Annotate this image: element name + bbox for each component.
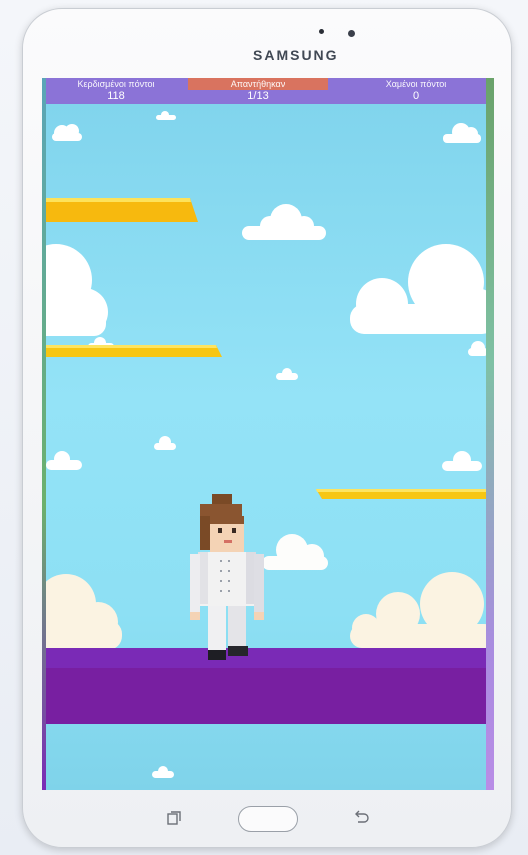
cloud bbox=[274, 368, 300, 380]
answered-count: Απαντήθηκαν 1/13 bbox=[188, 78, 328, 104]
back-icon bbox=[355, 810, 369, 823]
right-edge-strip bbox=[486, 78, 494, 790]
cloud-large bbox=[346, 238, 486, 338]
device-nav-bar bbox=[0, 792, 528, 842]
device-screen: Κερδισμένοι πόντοι 118 Απαντήθηκαν 1/13 … bbox=[42, 78, 494, 790]
lost-points-value: 0 bbox=[412, 90, 420, 102]
player-character[interactable] bbox=[186, 494, 266, 667]
platform bbox=[316, 488, 486, 506]
sensor-dot bbox=[319, 29, 324, 34]
cloud bbox=[46, 450, 84, 470]
answered-label: Απαντήθηκαν bbox=[230, 79, 286, 89]
answered-value: 1/13 bbox=[247, 90, 269, 102]
cloud-large bbox=[346, 568, 486, 648]
camera-icon bbox=[348, 30, 355, 37]
cloud bbox=[466, 340, 486, 356]
ground bbox=[46, 668, 486, 724]
cloud bbox=[150, 766, 176, 778]
cloud bbox=[152, 436, 178, 450]
ground-surface bbox=[46, 648, 486, 668]
device-brand: SAMSUNG bbox=[253, 47, 339, 63]
cloud-large bbox=[46, 564, 126, 650]
recent-apps-button[interactable] bbox=[166, 810, 182, 831]
earned-points: Κερδισμένοι πόντοι 118 bbox=[46, 78, 186, 104]
earned-points-label: Κερδισμένοι πόντοι bbox=[77, 79, 155, 89]
cloud bbox=[154, 110, 178, 120]
cloud bbox=[260, 530, 330, 572]
cloud-large bbox=[46, 238, 118, 338]
cloud bbox=[440, 450, 484, 472]
cloud bbox=[240, 202, 328, 242]
home-button[interactable] bbox=[238, 806, 298, 832]
score-hud: Κερδισμένοι πόντοι 118 Απαντήθηκαν 1/13 … bbox=[46, 78, 486, 104]
game-scene[interactable]: Κερδισμένοι πόντοι 118 Απαντήθηκαν 1/13 … bbox=[46, 78, 486, 790]
back-button[interactable] bbox=[352, 810, 370, 831]
platform bbox=[46, 345, 224, 364]
platform bbox=[46, 198, 200, 229]
recent-apps-icon bbox=[167, 811, 181, 825]
lost-points: Χαμένοι πόντοι 0 bbox=[346, 78, 486, 104]
earned-points-value: 118 bbox=[107, 90, 125, 102]
lost-points-label: Χαμένοι πόντοι bbox=[385, 79, 447, 89]
cloud bbox=[441, 122, 483, 144]
cloud bbox=[50, 122, 84, 142]
